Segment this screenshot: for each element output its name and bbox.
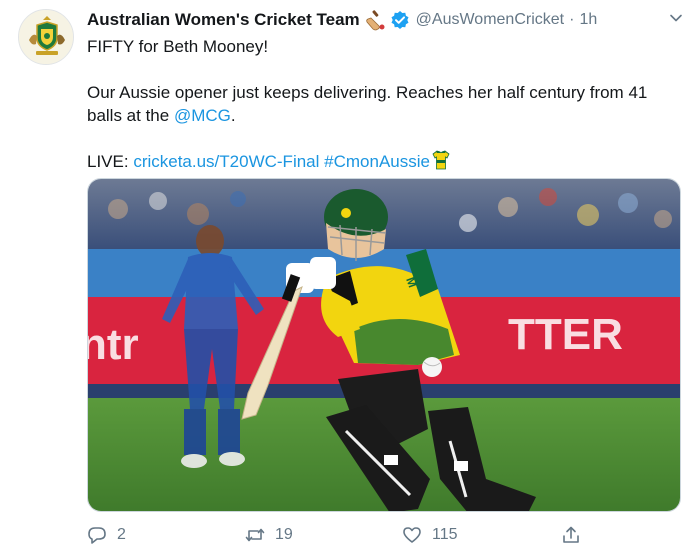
cricket-photo-image: ntr S VA TTER — [88, 179, 680, 511]
like-button[interactable]: 115 — [402, 522, 458, 548]
reply-icon — [88, 527, 106, 544]
tweet-header: Australian Women's Cricket Team @AusWome… — [87, 8, 597, 32]
retweet-count: 19 — [275, 526, 293, 543]
australia-cricket-crest-icon — [19, 10, 73, 64]
tweet-text-segment: . — [230, 106, 236, 125]
boundary-board-lettering: ntr — [88, 320, 139, 369]
tweet-timestamp[interactable]: 1h — [579, 11, 597, 29]
author-display-name[interactable]: Australian Women's Cricket Team — [87, 10, 360, 30]
share-icon — [563, 526, 579, 543]
reply-button[interactable]: 2 — [87, 522, 126, 548]
header-separator: · — [569, 11, 575, 28]
author-handle[interactable]: @AusWomenCricket — [416, 11, 564, 29]
tweet-actions: 2 19 115 — [87, 522, 681, 548]
tweet-card[interactable]: Australian Women's Cricket Team @AusWome… — [0, 0, 698, 551]
retweet-button[interactable]: 19 — [245, 522, 293, 548]
tweet-headline: FIFTY for Beth Mooney! — [87, 37, 269, 56]
boundary-board-lettering: TTER — [508, 310, 623, 359]
hashtag-link[interactable]: #CmonAussie — [324, 152, 430, 171]
live-url-link[interactable]: cricketa.us/T20WC-Final — [133, 152, 319, 171]
tweet-paragraph-line: balls at the @MCG. — [87, 104, 677, 127]
tweet-paragraph-line: Our Aussie opener just keeps delivering.… — [87, 83, 648, 102]
tweet-text-segment: balls at the — [87, 106, 174, 125]
reply-count: 2 — [117, 526, 126, 543]
cricket-bat-icon — [365, 9, 387, 31]
author-avatar[interactable] — [18, 9, 74, 65]
live-label: LIVE: — [87, 152, 134, 171]
green-gold-jersey-icon — [432, 150, 450, 170]
verified-badge-icon — [390, 10, 410, 30]
like-icon — [403, 527, 421, 543]
tweet-photo[interactable]: ntr S VA TTER — [87, 178, 681, 512]
share-button[interactable] — [561, 522, 591, 548]
retweet-icon — [245, 528, 265, 542]
tweet-body: FIFTY for Beth Mooney! Our Aussie opener… — [87, 35, 677, 173]
like-count: 115 — [432, 526, 458, 543]
live-line: LIVE: cricketa.us/T20WC-Final #CmonAussi… — [87, 150, 677, 173]
chevron-down-icon[interactable] — [668, 10, 684, 26]
mention-link[interactable]: @MCG — [174, 106, 231, 125]
